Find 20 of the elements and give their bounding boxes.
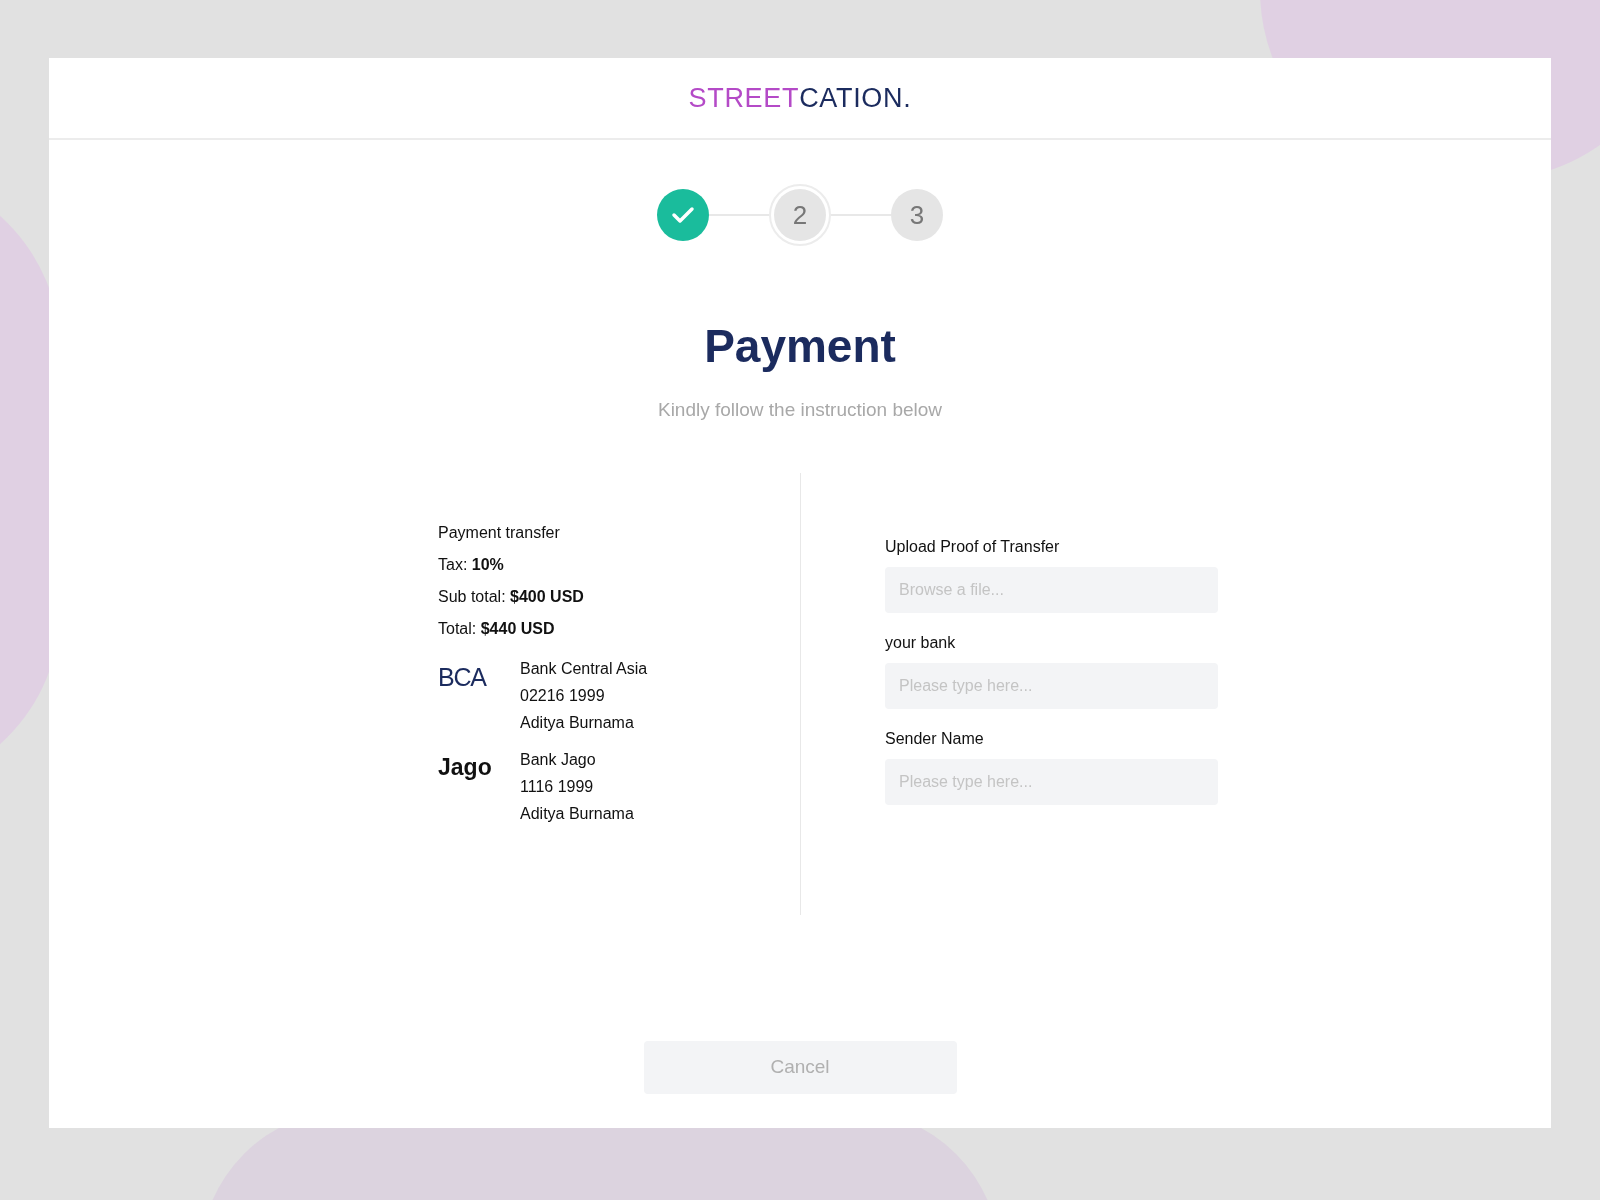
- logo-text: STREETCATION.: [688, 81, 912, 115]
- summary-line: Payment transfer: [438, 522, 561, 543]
- bank-detail: Aditya Burnama: [520, 803, 634, 824]
- bank-detail: 02216 1999: [520, 685, 606, 706]
- field-label: Sender Name: [885, 728, 985, 749]
- page-title: Payment: [703, 319, 897, 374]
- field-label: Upload Proof of Transfer: [885, 536, 1061, 557]
- bank-detail: Bank Central Asia: [520, 658, 648, 679]
- cancel-button[interactable]: Cancel: [643, 1040, 957, 1094]
- field-label: your bank: [885, 632, 957, 653]
- summary-line: Tax: 10%: [438, 554, 505, 575]
- bank-logo: BCA: [438, 662, 486, 691]
- bank-logo: Jago: [438, 753, 492, 780]
- summary-line: Total: $440 USD: [438, 618, 556, 639]
- subtitle-text: Kindly follow the instruction below: [656, 398, 944, 422]
- summary-line: Sub total: $400 USD: [438, 586, 585, 607]
- bank-detail: 1116 1999: [520, 776, 595, 797]
- check-icon: [671, 205, 695, 225]
- bank-detail: Aditya Burnama: [520, 712, 635, 733]
- bank-detail: Bank Jago: [520, 749, 597, 770]
